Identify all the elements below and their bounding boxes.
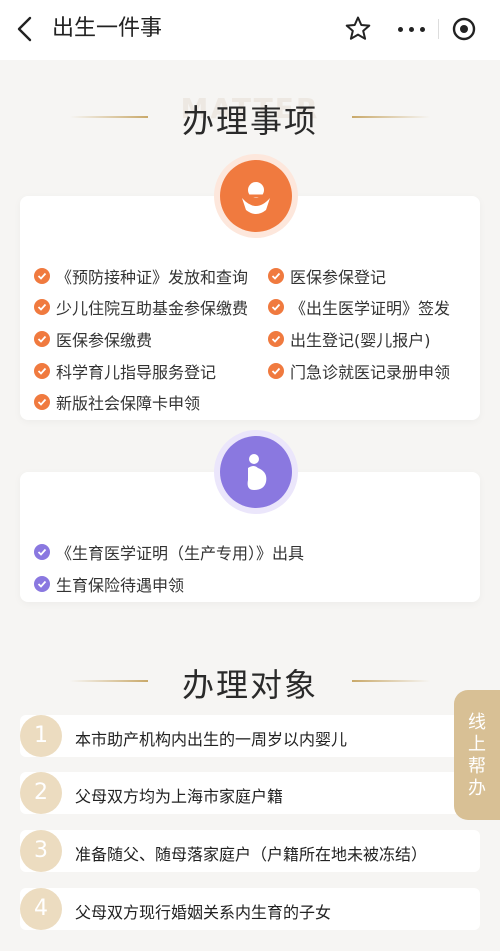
matter-item[interactable]: 医保参保登记 bbox=[268, 264, 386, 288]
target-number: 3 bbox=[20, 830, 62, 872]
matter-item[interactable]: 《生育医学证明（生产专用）》出具 bbox=[34, 540, 304, 564]
target-text: 父母双方均为上海市家庭户籍 bbox=[75, 787, 284, 806]
online-help-char: 上 bbox=[468, 734, 486, 755]
close-miniapp-icon[interactable] bbox=[438, 10, 490, 48]
section-header-targets: 办理对象 bbox=[0, 656, 500, 706]
matter-label: 《预防接种证》发放和查询 bbox=[56, 268, 249, 287]
pregnant-woman-icon bbox=[220, 436, 292, 508]
matter-label: 《出生医学证明》签发 bbox=[290, 299, 451, 318]
star-icon[interactable] bbox=[344, 15, 372, 43]
page-title: 出生一件事 bbox=[52, 16, 163, 41]
matter-item[interactable]: 门急诊就医记录册申领 bbox=[268, 359, 450, 383]
target-number: 4 bbox=[20, 888, 62, 930]
matter-item[interactable]: 出生登记(婴儿报户) bbox=[268, 327, 431, 351]
check-icon bbox=[34, 299, 50, 315]
header-line-right bbox=[352, 116, 430, 118]
back-icon[interactable] bbox=[14, 14, 36, 44]
check-icon bbox=[34, 331, 50, 347]
check-icon bbox=[268, 299, 284, 315]
header-line-right bbox=[352, 680, 430, 682]
online-help-char: 线 bbox=[468, 712, 486, 733]
check-icon bbox=[268, 363, 284, 379]
check-icon bbox=[268, 268, 284, 284]
check-icon bbox=[34, 394, 50, 410]
online-help-char: 帮 bbox=[468, 756, 486, 777]
matter-label: 门急诊就医记录册申领 bbox=[290, 363, 451, 382]
matter-label: 医保参保登记 bbox=[290, 268, 387, 287]
matter-label: 科学育儿指导服务登记 bbox=[56, 363, 217, 382]
matter-item[interactable]: 《预防接种证》发放和查询 bbox=[34, 264, 248, 288]
baby-icon bbox=[220, 160, 292, 232]
check-icon bbox=[34, 576, 50, 592]
check-icon bbox=[34, 363, 50, 379]
target-number: 1 bbox=[20, 715, 62, 757]
matter-item[interactable]: 新版社会保障卡申领 bbox=[34, 390, 200, 414]
miniapp-capsule bbox=[386, 10, 490, 48]
matter-item[interactable]: 科学育儿指导服务登记 bbox=[34, 359, 216, 383]
target-number: 2 bbox=[20, 772, 62, 814]
matter-item[interactable]: 医保参保缴费 bbox=[34, 327, 152, 351]
section-title-matters: 办理事项 bbox=[181, 102, 318, 140]
target-row: 4 父母双方现行婚姻关系内生育的子女 bbox=[20, 888, 480, 930]
check-icon bbox=[268, 331, 284, 347]
online-help-button[interactable]: 线 上 帮 办 bbox=[454, 690, 500, 820]
header-line-left bbox=[70, 680, 148, 682]
target-row: 2 父母双方均为上海市家庭户籍 bbox=[20, 772, 480, 814]
matter-label: 新版社会保障卡申领 bbox=[56, 394, 201, 413]
header-line-left bbox=[70, 116, 148, 118]
target-row: 3 准备随父、随母落家庭户（户籍所在地未被冻结） bbox=[20, 830, 480, 872]
matter-label: 生育保险待遇申领 bbox=[56, 576, 185, 595]
online-help-char: 办 bbox=[468, 778, 486, 799]
target-text: 准备随父、随母落家庭户（户籍所在地未被冻结） bbox=[75, 845, 428, 864]
check-icon bbox=[34, 544, 50, 560]
more-icon[interactable] bbox=[386, 10, 438, 48]
matter-item[interactable]: 少儿住院互助基金参保缴费 bbox=[34, 295, 248, 319]
matter-label: 出生登记(婴儿报户) bbox=[290, 331, 431, 350]
check-icon bbox=[34, 268, 50, 284]
section-title-targets: 办理对象 bbox=[181, 666, 318, 704]
target-row: 1 本市助产机构内出生的一周岁以内婴儿 bbox=[20, 715, 480, 757]
matter-label: 《生育医学证明（生产专用）》出具 bbox=[56, 544, 305, 563]
section-header-matters: MATTER 办理事项 bbox=[0, 92, 500, 142]
nav-bar: 出生一件事 bbox=[0, 0, 500, 60]
matter-label: 医保参保缴费 bbox=[56, 331, 153, 350]
matter-item[interactable]: 《出生医学证明》签发 bbox=[268, 295, 450, 319]
matter-item[interactable]: 生育保险待遇申领 bbox=[34, 572, 184, 596]
target-text: 父母双方现行婚姻关系内生育的子女 bbox=[75, 903, 332, 922]
target-text: 本市助产机构内出生的一周岁以内婴儿 bbox=[75, 730, 348, 749]
matter-label: 少儿住院互助基金参保缴费 bbox=[56, 299, 249, 318]
